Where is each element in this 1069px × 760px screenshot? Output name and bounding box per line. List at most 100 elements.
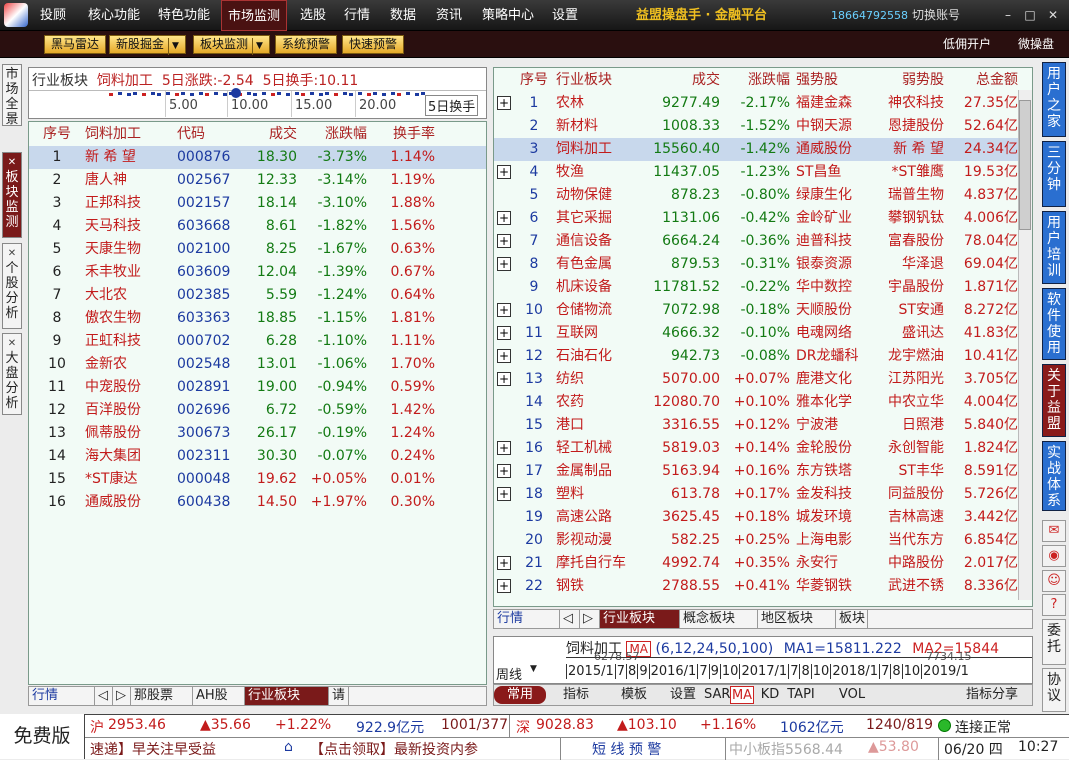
column-header[interactable]: 饲料加工 [85, 122, 175, 146]
news-ticker-2[interactable]: 【点击领取】最新投资内参 [310, 739, 478, 759]
indicator-button[interactable]: MA [730, 686, 754, 704]
close-icon[interactable]: ✕ [3, 336, 21, 351]
table-row[interactable]: 3 正邦科技 002157 18.14 -3.10% 1.88% [29, 192, 486, 215]
expand-icon[interactable]: + [497, 372, 511, 386]
indicator-button[interactable]: KD [758, 686, 782, 704]
table-row[interactable]: 2 新材料 1008.33 -1.52% 中钢天源 恩捷股份 52.64亿 [494, 115, 1032, 138]
table-row[interactable]: 15 港口 3316.55 +0.12% 宁波港 日照港 5.840亿 [494, 414, 1032, 437]
bottom-tab[interactable]: 请 [329, 687, 349, 705]
bottom-tab[interactable]: ▷ [580, 610, 600, 628]
column-header[interactable]: 成交 [638, 68, 720, 92]
table-row[interactable]: +6 其它采掘 1131.06 -0.42% 金岭矿业 攀钢钒钛 4.006亿 [494, 207, 1032, 230]
table-row[interactable]: 14 农药 12080.70 +0.10% 雅本化学 中农立华 4.004亿 [494, 391, 1032, 414]
column-header[interactable]: 强势股 [796, 68, 862, 92]
expand-icon[interactable]: + [497, 211, 511, 225]
indicator-button[interactable]: 指标分享 [954, 686, 1030, 704]
table-row[interactable]: +4 牧渔 11437.05 -1.23% ST昌鱼 *ST雏鹰 19.53亿 [494, 161, 1032, 184]
column-header[interactable]: 成交 [249, 122, 297, 146]
expand-icon[interactable]: + [497, 441, 511, 455]
table-row[interactable]: 5 天康生物 002100 8.25 -1.67% 0.63% [29, 238, 486, 261]
menu-item[interactable]: 核心功能 [82, 0, 146, 31]
news-ticker-1[interactable]: 速递】早关注早受益 [90, 739, 216, 759]
right-side-tab[interactable]: 软件使用 [1042, 288, 1066, 360]
indicator-button[interactable]: TAPI [784, 686, 818, 704]
menu-item[interactable]: 投顾 [34, 0, 72, 31]
table-row[interactable]: 14 海大集团 002311 30.30 -0.07% 0.24% [29, 445, 486, 468]
toolbar-button[interactable]: 系统预警 [275, 35, 338, 54]
table-row[interactable]: 9 机床设备 11781.52 -0.22% 华中数控 宇晶股份 1.871亿 [494, 276, 1032, 299]
table-row[interactable]: +16 轻工机械 5819.03 +0.14% 金轮股份 永创智能 1.824亿 [494, 437, 1032, 460]
micro-trade-link[interactable]: 微操盘 [1018, 35, 1054, 54]
table-row[interactable]: 16 通威股份 600438 14.50 +1.97% 0.30% [29, 491, 486, 514]
menu-item[interactable]: 行情 [338, 0, 376, 31]
bottom-tab[interactable]: 行业板块 [245, 687, 329, 705]
minimize-icon[interactable]: – [1000, 8, 1016, 22]
column-header[interactable]: 涨跌幅 [299, 122, 367, 146]
bottom-tab[interactable]: 地区板块 [758, 610, 836, 628]
table-row[interactable]: 20 影视动漫 582.25 +0.25% 上海电影 当代东方 6.854亿 [494, 529, 1032, 552]
toolbar-button[interactable]: 黑马雷达 [44, 35, 107, 54]
menu-item[interactable]: 选股 [294, 0, 332, 31]
weibo-icon[interactable]: ◉ [1042, 545, 1066, 567]
maximize-icon[interactable]: □ [1022, 8, 1038, 22]
table-row[interactable]: 13 佩蒂股份 300673 26.17 -0.19% 1.24% [29, 422, 486, 445]
column-header[interactable]: 序号 [39, 122, 75, 146]
bottom-tab[interactable]: 行情 [494, 610, 560, 628]
table-row[interactable]: 3 饲料加工 15560.40 -1.42% 通威股份 新 希 望 24.34亿 [494, 138, 1032, 161]
close-icon[interactable]: ✕ [1045, 8, 1061, 22]
dropdown-arrow-icon[interactable]: ▼ [168, 38, 179, 55]
short-term-alert[interactable]: 短 线 预 警 [592, 739, 661, 759]
right-side-tab[interactable]: 关于益盟 [1042, 364, 1066, 437]
close-icon[interactable]: ✕ [3, 246, 21, 261]
right-side-link[interactable]: 委托 [1042, 619, 1066, 665]
expand-icon[interactable]: + [497, 487, 511, 501]
toolbar-button[interactable]: 新股掘金 ▼ [109, 35, 186, 55]
indicator-button[interactable]: SAR [704, 686, 730, 704]
table-row[interactable]: 10 金新农 002548 13.01 -1.06% 1.70% [29, 353, 486, 376]
sh-index[interactable]: 2953.46 [108, 717, 166, 733]
table-row[interactable]: 4 天马科技 603668 8.61 -1.82% 1.56% [29, 215, 486, 238]
column-header[interactable]: 代码 [177, 122, 247, 146]
expand-icon[interactable]: + [497, 257, 511, 271]
period-selector[interactable]: 周线 [496, 664, 522, 683]
scrollbar-thumb[interactable] [1019, 100, 1031, 230]
bottom-tab[interactable]: 概念板块 [680, 610, 758, 628]
indicator-button[interactable]: 设置 [666, 686, 700, 704]
table-row[interactable]: 19 高速公路 3625.45 +0.18% 城发环境 吉林高速 3.442亿 [494, 506, 1032, 529]
indicator-button[interactable]: VOL [822, 686, 882, 704]
column-header[interactable]: 涨跌幅 [722, 68, 790, 92]
bottom-tab[interactable]: ▷ [113, 687, 131, 705]
dropdown-arrow-icon[interactable]: ▼ [252, 38, 263, 55]
menu-item[interactable]: 数据 [384, 0, 422, 31]
bottom-tab[interactable]: 那股票 [131, 687, 193, 705]
column-header[interactable]: 序号 [516, 68, 552, 92]
menu-item[interactable]: 特色功能 [152, 0, 216, 31]
menu-item[interactable]: 资讯 [430, 0, 468, 31]
expand-icon[interactable]: + [497, 96, 511, 110]
table-row[interactable]: +10 仓储物流 7072.98 -0.18% 天顺股份 ST安通 8.272亿 [494, 299, 1032, 322]
table-row[interactable]: 5 动物保健 878.23 -0.80% 绿康生化 瑞普生物 4.837亿 [494, 184, 1032, 207]
indicator-button[interactable]: 模板 [606, 686, 662, 704]
menu-item[interactable]: 市场监测 [221, 0, 288, 31]
low-commission-link[interactable]: 低佣开户 [943, 35, 991, 54]
expand-icon[interactable]: + [497, 165, 511, 179]
table-row[interactable]: +8 有色金属 879.53 -0.31% 银泰资源 华泽退 69.04亿 [494, 253, 1032, 276]
chat-icon[interactable]: ✉ [1042, 520, 1066, 542]
help-icon[interactable]: ? [1042, 594, 1066, 616]
table-row[interactable]: +21 摩托自行车 4992.74 +0.35% 永安行 中路股份 2.017亿 [494, 552, 1032, 575]
table-row[interactable]: 1 新 希 望 000876 18.30 -3.73% 1.14% [29, 146, 486, 169]
toolbar-button[interactable]: 快速预警 [342, 35, 405, 54]
toolbar-button[interactable]: 板块监测 ▼ [193, 35, 270, 55]
table-row[interactable]: 7 大北农 002385 5.59 -1.24% 0.64% [29, 284, 486, 307]
table-row[interactable]: 6 禾丰牧业 603609 12.04 -1.39% 0.67% [29, 261, 486, 284]
table-row[interactable]: +13 纺织 5070.00 +0.07% 鹿港文化 江苏阳光 3.705亿 [494, 368, 1032, 391]
sz-index[interactable]: 9028.83 [536, 717, 594, 733]
column-header[interactable]: 总金额 [946, 68, 1018, 92]
table-row[interactable]: +22 钢铁 2788.55 +0.41% 华菱钢铁 武进不锈 8.336亿 [494, 575, 1032, 598]
right-side-tab[interactable]: 用户培训 [1042, 211, 1066, 284]
left-nav-tab[interactable]: 市场全景 [2, 64, 22, 127]
switch-account-link[interactable]: 切换账号 [912, 0, 960, 31]
indicator-button[interactable]: 常用 [494, 686, 546, 704]
table-row[interactable]: +12 石油石化 942.73 -0.08% DR龙蟠科 龙宇燃油 10.41亿 [494, 345, 1032, 368]
expand-icon[interactable]: + [497, 326, 511, 340]
